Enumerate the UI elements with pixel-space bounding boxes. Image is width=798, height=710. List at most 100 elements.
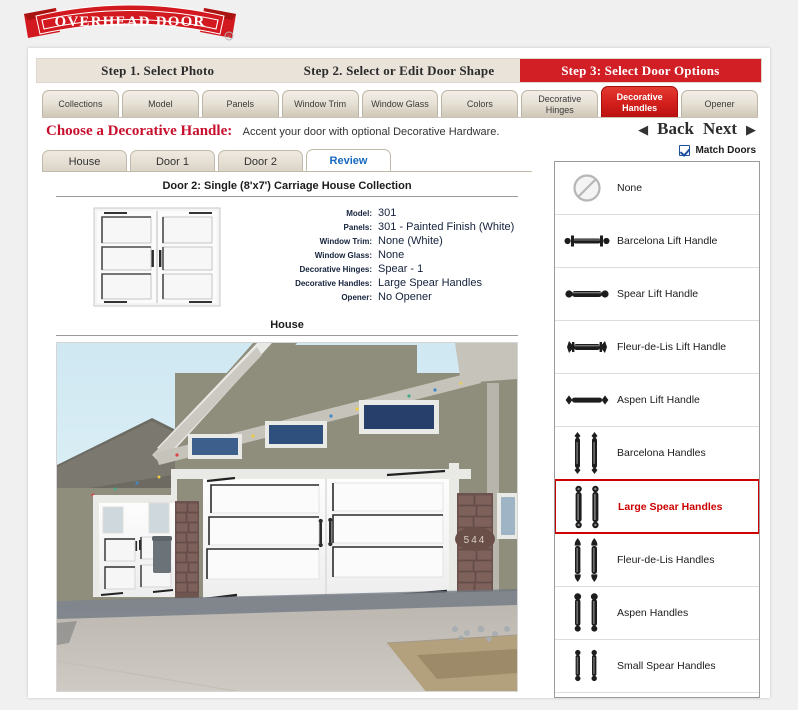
spec-key: Decorative Hinges:: [299, 265, 372, 274]
handle-option-fleur-de-lis-handles[interactable]: Fleur-de-Lis Handles: [555, 534, 759, 587]
review-panel: Door 2: Single (8'x7') Carriage House Co…: [42, 176, 532, 692]
spec-row: Decorative Handles: Large Spear Handles: [272, 277, 514, 291]
lift-handle-icon: [561, 323, 613, 371]
tab-model[interactable]: Model: [121, 90, 199, 118]
handle-option-label: Aspen Lift Handle: [617, 394, 700, 406]
overhead-door-logo: OVERHEAD DOOR R: [20, 2, 240, 46]
spec-key: Panels:: [343, 223, 372, 232]
lift-handle-icon: [561, 270, 613, 318]
handle-option-label: Barcelona Handles: [617, 447, 706, 459]
tab-decorative-hinges[interactable]: Decorative Hinges: [521, 90, 599, 118]
step-2[interactable]: Step 2. Select or Edit Door Shape: [278, 59, 520, 82]
handle-option-partial[interactable]: [555, 693, 759, 697]
spec-key: Decorative Handles:: [295, 279, 372, 288]
door-spec-table: Model: 301 Panels: 301 - Painted Finish …: [272, 207, 514, 307]
spec-row: Model: 301: [272, 207, 514, 221]
handle-option-spear-lift[interactable]: Spear Lift Handle: [555, 268, 759, 321]
app-root: OVERHEAD DOOR R Step 1. Select Photo Ste…: [0, 0, 798, 710]
tab-collections[interactable]: Collections: [42, 90, 119, 118]
house-photo[interactable]: 544: [56, 342, 518, 692]
handle-option-label: Spear Lift Handle: [617, 288, 699, 300]
pull-handle-pair-icon: [562, 483, 614, 531]
lift-handle-icon: [561, 217, 613, 265]
step-3[interactable]: Step 3: Select Door Options: [519, 59, 761, 82]
tab-opener[interactable]: Opener: [681, 90, 759, 118]
match-doors-label: Match Doors: [695, 145, 756, 156]
spec-value: Spear - 1: [378, 263, 424, 275]
page-card: Step 1. Select Photo Step 2. Select or E…: [28, 48, 770, 698]
spec-value: None: [378, 249, 405, 261]
subtab-rule: [42, 171, 532, 172]
handle-option-barcelona-lift[interactable]: Barcelona Lift Handle: [555, 215, 759, 268]
subtab-house[interactable]: House: [42, 150, 127, 172]
tab-underline: [42, 117, 758, 118]
handle-option-label: Fleur-de-Lis Handles: [617, 554, 715, 566]
handle-option-fleur-de-lis-lift[interactable]: Fleur-de-Lis Lift Handle: [555, 321, 759, 374]
house-number-text: 544: [464, 535, 487, 546]
match-doors-control[interactable]: Match Doors: [679, 145, 756, 156]
next-arrow-icon[interactable]: ▶: [746, 123, 756, 136]
subtab-door-2[interactable]: Door 2: [218, 150, 303, 172]
option-tab-row: Collections Model Panels Window Trim Win…: [42, 86, 759, 118]
headline-subtitle: Accent your door with optional Decorativ…: [242, 126, 500, 138]
subtab-door-1[interactable]: Door 1: [130, 150, 215, 172]
step-navigation: ◀ Back Next ▶: [638, 119, 756, 139]
back-arrow-icon[interactable]: ◀: [638, 123, 648, 136]
pull-handle-pair-icon: [561, 695, 613, 697]
headline: Choose a Decorative Handle: Accent your …: [46, 122, 499, 140]
tab-window-trim[interactable]: Window Trim: [281, 90, 359, 118]
spec-key: Window Trim:: [319, 237, 372, 246]
handle-option-aspen-handles[interactable]: Aspen Handles: [555, 587, 759, 640]
subtab-review[interactable]: Review: [306, 149, 391, 172]
svg-text:R: R: [227, 35, 231, 41]
handle-option-aspen-lift[interactable]: Aspen Lift Handle: [555, 374, 759, 427]
handle-option-none[interactable]: None: [555, 162, 759, 215]
door-summary-title: Door 2: Single (8'x7') Carriage House Co…: [162, 180, 412, 192]
spec-row: Window Glass: None: [272, 249, 514, 263]
carriage-door-thumbnail-icon: [93, 207, 221, 307]
spec-key: Model:: [346, 209, 372, 218]
pull-handle-pair-icon: [561, 642, 613, 690]
tab-colors[interactable]: Colors: [441, 90, 519, 118]
spec-row: Opener: No Opener: [272, 291, 514, 305]
spec-row: Decorative Hinges: Spear - 1: [272, 263, 514, 277]
spec-value: 301 - Painted Finish (White): [378, 221, 515, 233]
handle-option-label: Fleur-de-Lis Lift Handle: [617, 341, 727, 353]
spec-value: None (White): [378, 235, 443, 247]
handle-options-list[interactable]: None Barcelona Lift Handle Spear Lift Ha…: [554, 161, 760, 698]
view-subtab-row: House Door 1 Door 2 Review: [42, 149, 532, 172]
pull-handle-pair-icon: [561, 536, 613, 584]
next-button[interactable]: Next: [703, 119, 737, 139]
svg-text:OVERHEAD DOOR: OVERHEAD DOOR: [54, 14, 205, 30]
no-symbol-icon: [561, 164, 613, 212]
tab-window-glass[interactable]: Window Glass: [361, 90, 439, 118]
match-doors-checkbox[interactable]: [679, 145, 691, 156]
lift-handle-icon: [561, 376, 613, 424]
spec-value: No Opener: [378, 291, 432, 303]
pull-handle-pair-icon: [561, 429, 613, 477]
handle-option-label: Small Spear Handles: [617, 660, 716, 672]
spec-value: 301: [378, 207, 397, 219]
headline-title: Choose a Decorative Handle:: [46, 123, 233, 139]
step-bar: Step 1. Select Photo Step 2. Select or E…: [36, 58, 762, 83]
door-thumbnail: [42, 207, 272, 307]
divider-photo: [56, 335, 518, 336]
spec-key: Window Glass:: [314, 251, 372, 260]
tab-decorative-handles[interactable]: Decorative Handles: [601, 86, 679, 118]
step-1[interactable]: Step 1. Select Photo: [37, 59, 279, 82]
tab-panels[interactable]: Panels: [201, 90, 279, 118]
photo-title: House: [270, 319, 304, 331]
spec-row: Panels: 301 - Painted Finish (White): [272, 221, 515, 235]
house-photo-render: 544: [57, 343, 517, 691]
spec-value: Large Spear Handles: [378, 277, 482, 289]
handle-option-large-spear-handles[interactable]: Large Spear Handles: [555, 479, 759, 534]
door-summary: Model: 301 Panels: 301 - Painted Finish …: [42, 197, 532, 313]
spec-key: Opener:: [341, 293, 372, 302]
handle-option-small-spear-handles[interactable]: Small Spear Handles: [555, 640, 759, 693]
back-button[interactable]: Back: [657, 119, 694, 139]
logo-banner-icon: OVERHEAD DOOR R: [24, 4, 236, 41]
handle-option-barcelona-handles[interactable]: Barcelona Handles: [555, 427, 759, 480]
pull-handle-pair-icon: [561, 589, 613, 637]
handle-option-label: None: [617, 182, 643, 194]
handle-option-label: Aspen Handles: [617, 607, 689, 619]
